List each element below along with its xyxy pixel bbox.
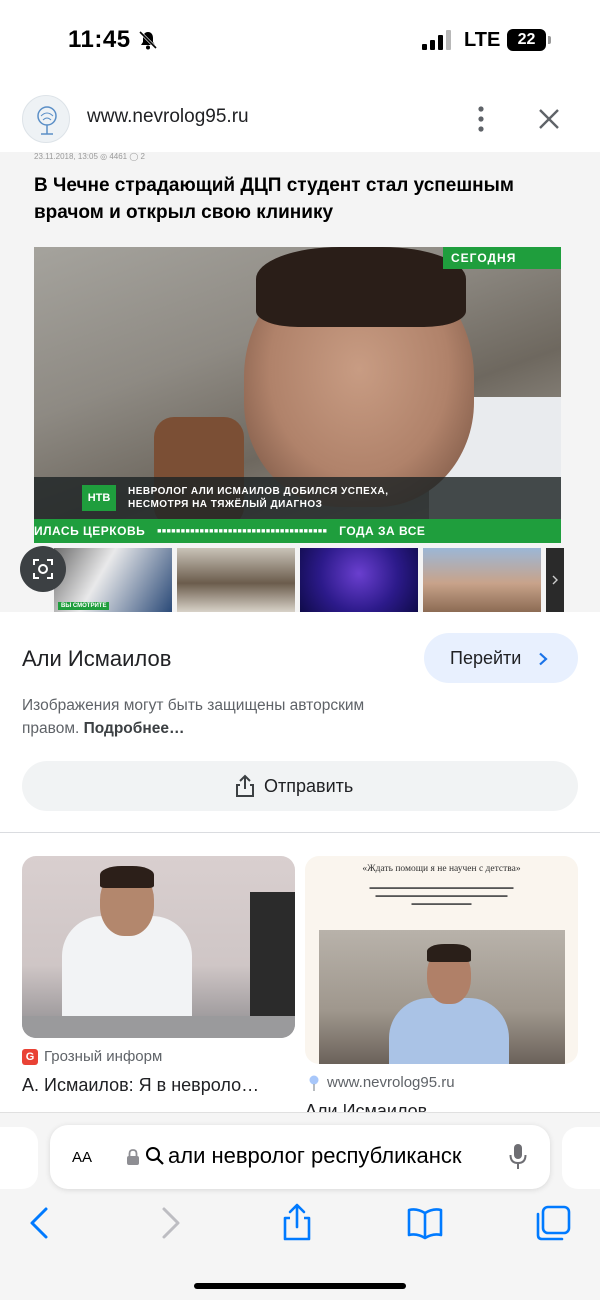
copyright-text: Изображения могут быть защищены авторски… bbox=[22, 697, 365, 737]
next-tab-pill[interactable] bbox=[562, 1127, 600, 1189]
status-time: 11:45 bbox=[68, 26, 131, 53]
article-meta: 23.11.2018, 13:05 ◎ 4461 ◯ 2 bbox=[34, 152, 145, 161]
search-icon bbox=[146, 1147, 164, 1165]
ticker-right: ГОДА ЗА ВСЕ bbox=[339, 524, 426, 538]
browser-toolbar bbox=[0, 1201, 600, 1245]
related-source[interactable]: www.nevrolog95.ru bbox=[305, 1074, 455, 1091]
tv-caption: НЕВРОЛОГ АЛИ ИСМАИЛОВ ДОБИЛСЯ УСПЕХА, НЕ… bbox=[128, 486, 389, 510]
source-favicon-icon: G bbox=[22, 1049, 38, 1065]
signal-icon bbox=[422, 30, 451, 50]
back-icon[interactable] bbox=[18, 1201, 62, 1245]
source-header: www.nevrolog95.ru bbox=[0, 88, 600, 152]
bookmarks-icon[interactable] bbox=[403, 1201, 447, 1245]
lens-icon bbox=[33, 559, 53, 579]
tabs-icon[interactable] bbox=[530, 1201, 574, 1245]
bell-off-icon bbox=[138, 30, 158, 50]
visit-button[interactable]: Перейти bbox=[424, 633, 578, 683]
related-source-name: www.nevrolog95.ru bbox=[327, 1074, 455, 1091]
related-image[interactable] bbox=[22, 856, 295, 1038]
related-source-name: Грозный информ bbox=[44, 1048, 163, 1065]
thumbnail-next-button[interactable] bbox=[546, 548, 564, 612]
ticker-left: ИЛАСЬ ЦЕРКОВЬ bbox=[34, 524, 146, 538]
mic-icon[interactable] bbox=[508, 1143, 528, 1171]
site-url[interactable]: www.nevrolog95.ru bbox=[87, 106, 249, 128]
thumbnail-strip: ВЫ СМОТРИТЕ bbox=[34, 548, 564, 612]
share-icon bbox=[236, 774, 254, 797]
related-images: G Грозный информ А. Исмаилов: Я в неврол… bbox=[0, 856, 600, 1121]
lens-search-button[interactable] bbox=[20, 546, 66, 592]
article-photo[interactable]: СЕГОДНЯ НТВ НЕВРОЛОГ АЛИ ИСМАИЛОВ ДОБИЛС… bbox=[34, 247, 561, 543]
ntv-logo: НТВ bbox=[82, 485, 116, 511]
send-button[interactable]: Отправить bbox=[22, 761, 578, 811]
chevron-right-icon bbox=[539, 652, 548, 666]
divider bbox=[0, 832, 600, 833]
pin-icon bbox=[309, 1075, 319, 1091]
thumbnail-tag: ВЫ СМОТРИТЕ bbox=[58, 602, 110, 610]
related-source[interactable]: G Грозный информ bbox=[22, 1048, 162, 1065]
previous-tab-pill[interactable] bbox=[0, 1127, 38, 1189]
result-title: Али Исмаилов bbox=[22, 646, 172, 671]
home-indicator[interactable] bbox=[194, 1283, 406, 1289]
lock-icon bbox=[127, 1149, 139, 1165]
tv-badge: СЕГОДНЯ bbox=[443, 247, 561, 269]
thumbnail[interactable]: ВЫ СМОТРИТЕ bbox=[54, 548, 172, 612]
chevron-right-icon bbox=[552, 575, 558, 585]
article-title: В Чечне страдающий ДЦП студент стал успе… bbox=[34, 175, 514, 223]
thumbnail[interactable] bbox=[177, 548, 295, 612]
status-bar: 11:45 LTE 22 bbox=[0, 0, 600, 80]
browser-bottom-bar: AA али невролог республиканск bbox=[0, 1112, 600, 1300]
photo-hair bbox=[256, 247, 466, 327]
address-text[interactable]: али невролог республиканск bbox=[168, 1143, 490, 1169]
network-type: LTE bbox=[464, 29, 501, 51]
paper-heading: «Ждать помощи я не научен с детства» bbox=[362, 864, 521, 874]
related-image[interactable]: «Ждать помощи я не научен с детства» ▬▬▬… bbox=[305, 856, 578, 1064]
visit-button-label: Перейти bbox=[450, 647, 522, 668]
site-favicon[interactable] bbox=[22, 95, 70, 143]
related-title[interactable]: А. Исмаилов: Я в невроло… bbox=[22, 1075, 295, 1096]
thumbnail[interactable] bbox=[423, 548, 541, 612]
copyright-notice: Изображения могут быть защищены авторски… bbox=[22, 694, 422, 740]
share-icon[interactable] bbox=[275, 1201, 319, 1245]
reader-aa-button[interactable]: AA bbox=[72, 1145, 92, 1168]
tv-lower-third: НТВ НЕВРОЛОГ АЛИ ИСМАИЛОВ ДОБИЛСЯ УСПЕХА… bbox=[34, 477, 561, 519]
address-bar[interactable]: AA али невролог республиканск bbox=[50, 1125, 550, 1189]
forward-icon[interactable] bbox=[148, 1201, 192, 1245]
tv-ticker: ИЛАСЬ ЦЕРКОВЬ ■■■■■■■■■■■■■■■■■■■■■■■■■■… bbox=[34, 519, 561, 543]
image-preview[interactable]: 23.11.2018, 13:05 ◎ 4461 ◯ 2 В Чечне стр… bbox=[0, 152, 600, 612]
battery-level: 22 bbox=[517, 31, 536, 48]
send-button-label: Отправить bbox=[264, 776, 354, 796]
more-vert-icon[interactable] bbox=[470, 104, 492, 134]
close-icon[interactable] bbox=[536, 106, 562, 132]
thumbnail[interactable] bbox=[300, 548, 418, 612]
learn-more-link[interactable]: Подробнее… bbox=[84, 720, 185, 737]
battery-icon: 22 bbox=[507, 29, 551, 51]
